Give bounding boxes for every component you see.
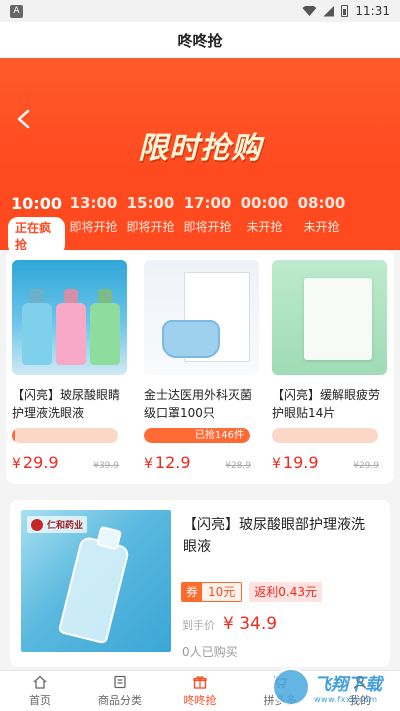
tab-time-slot-3[interactable]: 17:00 即将开抢	[179, 194, 236, 242]
time-slot-status: 即将开抢	[69, 220, 118, 234]
sale-progress-bar: 已抢146件	[144, 428, 250, 443]
product-price: ¥19.9	[272, 453, 319, 472]
page-title-bar: 咚咚抢	[0, 22, 400, 58]
product-tags: 券 10元 返利0.43元	[181, 582, 323, 602]
product-name: 【闪亮】玻尿酸眼部护理液洗眼液	[183, 517, 365, 555]
brand-mark-icon	[31, 518, 43, 531]
page-title: 咚咚抢	[177, 31, 223, 50]
product-image	[12, 260, 127, 375]
time-slot-time: 08:00	[297, 194, 346, 212]
watermark-icon	[272, 668, 310, 706]
wifi-icon	[302, 6, 317, 16]
time-slot-status: 未开抢	[303, 220, 340, 234]
time-slot-status: 未开抢	[246, 220, 283, 234]
gift-icon	[193, 675, 207, 689]
watermark-logo: 飞翔下载 www.fxxz.com	[272, 664, 394, 710]
carousel-product-card[interactable]: 【闪亮】玻尿酸眼睛护理液洗眼液 ¥29.9 ¥39.9	[12, 260, 127, 472]
flash-sale-carousel: 【闪亮】玻尿酸眼睛护理液洗眼液 ¥29.9 ¥39.9 金士达医用外科灭菌级口罩…	[6, 250, 394, 484]
product-price: ¥12.9	[144, 453, 191, 472]
final-price: ¥ 34.9	[223, 614, 278, 634]
product-price: ¥29.9	[12, 453, 59, 472]
home-icon	[33, 675, 47, 689]
sale-progress-bar	[272, 428, 378, 443]
signal-icon	[323, 5, 335, 17]
battery-icon	[341, 5, 349, 17]
nav-item-category[interactable]: 商品分类	[80, 671, 160, 711]
carousel-product-card[interactable]: 金士达医用外科灭菌级口罩100只 已抢146件 ¥12.9 ¥28.9	[144, 260, 259, 472]
promo-title: 限时抢购	[138, 131, 262, 166]
tab-time-slot-2[interactable]: 15:00 即将开抢	[122, 194, 179, 242]
nav-item-flash-sale[interactable]: 咚咚抢	[160, 671, 240, 711]
time-slot-time: 17:00	[183, 194, 232, 212]
rebate-badge: 返利0.43元	[249, 582, 323, 602]
product-name: 【闪亮】玻尿酸眼睛护理液洗眼液	[12, 388, 121, 420]
nav-item-home[interactable]: 首页	[0, 671, 80, 711]
original-price: ¥29.9	[353, 461, 379, 471]
tab-time-slot-0[interactable]: 10:00 正在疯抢	[8, 194, 65, 255]
product-image: 仁和药业	[21, 510, 171, 652]
list-item[interactable]: 仁和药业 【闪亮】玻尿酸眼部护理液洗眼液 券 10元 返利0.43元 到手价 ¥…	[10, 500, 390, 667]
time-slot-time: 15:00	[126, 194, 175, 212]
time-slot-tabs: 10:00 正在疯抢 13:00 即将开抢 15:00 即将开抢 17:00 即…	[8, 194, 400, 255]
time-slot-time: 10:00	[11, 194, 62, 213]
sale-progress-fill	[12, 428, 16, 443]
status-bar: A 11:31	[0, 0, 400, 22]
final-price-label: 到手价	[182, 619, 215, 632]
category-icon	[114, 675, 126, 688]
product-name: 金士达医用外科灭菌级口罩100只	[144, 388, 253, 420]
original-price: ¥28.9	[225, 461, 251, 471]
time-slot-status: 即将开抢	[126, 220, 175, 234]
tab-time-slot-5[interactable]: 08:00 未开抢	[293, 194, 350, 242]
coupon-badge[interactable]: 券 10元	[181, 582, 243, 602]
time-slot-status: 即将开抢	[183, 220, 232, 234]
tab-time-slot-4[interactable]: 00:00 未开抢	[236, 194, 293, 242]
sale-progress-bar	[12, 428, 118, 443]
time-slot-time: 00:00	[240, 194, 289, 212]
tab-time-slot-1[interactable]: 13:00 即将开抢	[65, 194, 122, 242]
product-name: 【闪亮】缓解眼疲劳护眼贴14片	[272, 388, 381, 420]
notification-badge: A	[10, 4, 23, 18]
sale-progress-text: 已抢146件	[194, 430, 244, 441]
time-slot-time: 13:00	[69, 194, 118, 212]
product-image	[144, 260, 259, 375]
product-image	[272, 260, 387, 375]
status-time: 11:31	[355, 4, 390, 18]
sold-count: 0人已购买	[182, 645, 238, 659]
carousel-product-card[interactable]: 【闪亮】缓解眼疲劳护眼贴14片 ¥19.9 ¥29.9	[272, 260, 387, 472]
brand-logo: 仁和药业	[27, 516, 88, 533]
original-price: ¥39.9	[93, 461, 119, 471]
